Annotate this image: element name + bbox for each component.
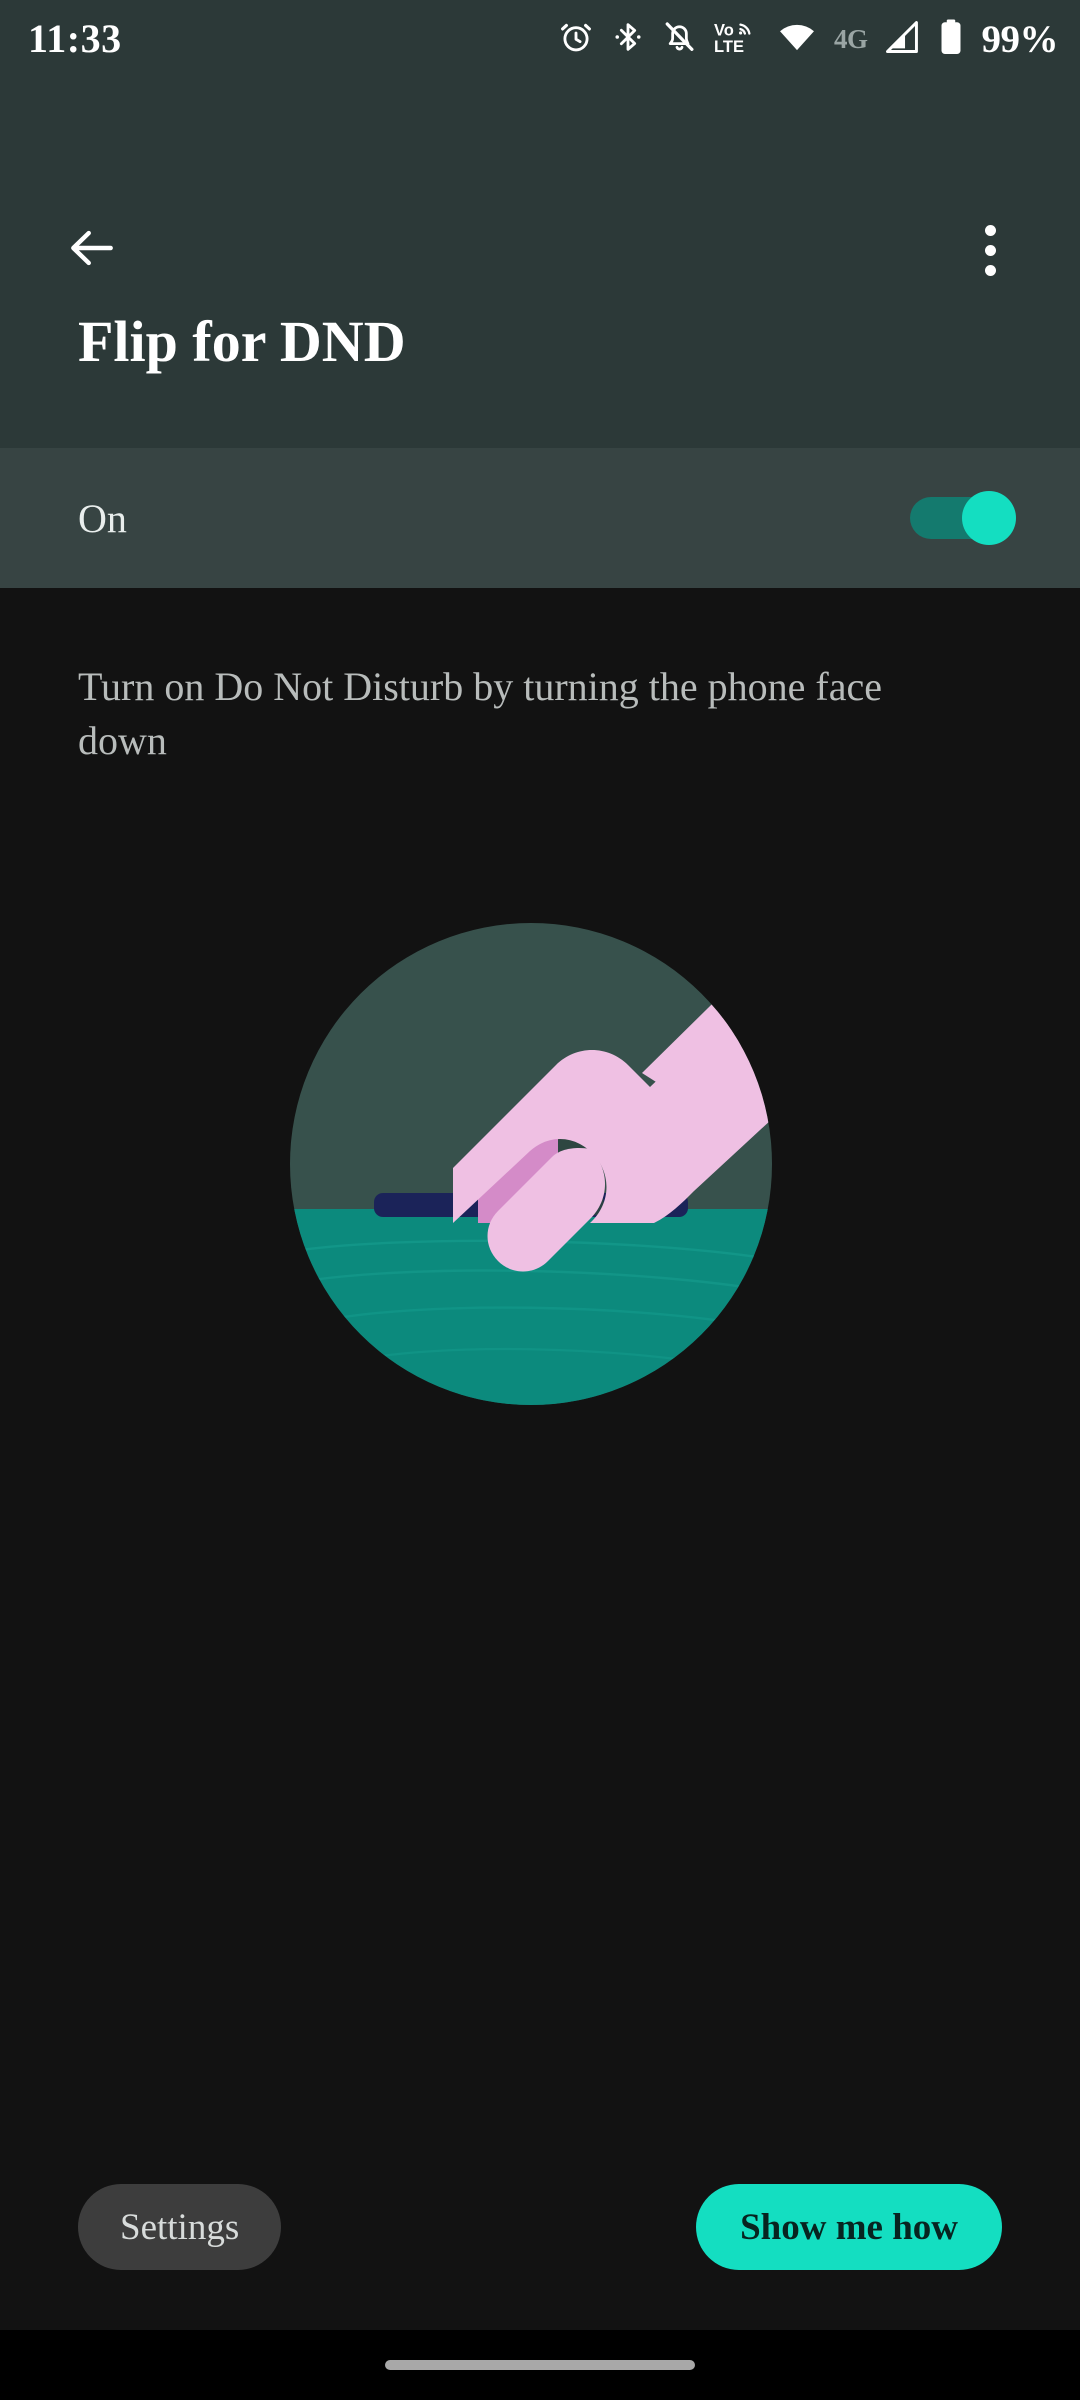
overflow-menu-icon-dot [984,244,996,256]
wifi-icon [777,21,817,58]
status-bar: 11:33 Vo LTE 4G 99% [0,0,1080,78]
app-bar: Flip for DND [0,78,1080,448]
system-navigation-bar [0,2330,1080,2400]
alarm-icon [558,19,594,60]
network-type-label: 4G [833,23,868,54]
volte-icon: Vo LTE [714,19,760,60]
notifications-silenced-icon [662,19,697,59]
gesture-home-pill[interactable] [385,2360,695,2370]
overflow-menu-icon-dot [984,264,996,276]
back-button[interactable] [62,220,122,280]
svg-text:LTE: LTE [714,37,744,55]
battery-icon [939,18,963,60]
switch-thumb [962,491,1016,545]
page-title: Flip for DND [78,309,406,374]
bluetooth-icon [611,20,645,59]
status-bar-clock: 11:33 [28,16,122,61]
master-toggle-row[interactable]: On [0,448,1080,588]
phone-screen: 11:33 Vo LTE 4G 99% Flip for DND On Turn… [0,0,1080,2400]
mobile-signal-icon [885,20,922,59]
back-arrow-icon [64,220,120,281]
overflow-menu-button[interactable] [960,218,1020,282]
hand-placing-phone-face-down-illustration [290,923,772,1405]
content-area: Turn on Do Not Disturb by turning the ph… [0,588,1080,2400]
battery-percent-label: 99% [981,17,1059,61]
overflow-menu-icon [984,224,996,236]
master-toggle-label: On [78,495,127,541]
master-toggle-switch[interactable] [910,491,1016,545]
settings-button[interactable]: Settings [78,2184,282,2270]
feature-description: Turn on Do Not Disturb by turning the ph… [78,664,882,764]
status-bar-icons: Vo LTE 4G 99% [558,17,1059,61]
bottom-button-bar: Settings Show me how [0,2172,1080,2282]
show-me-how-button[interactable]: Show me how [696,2184,1002,2270]
